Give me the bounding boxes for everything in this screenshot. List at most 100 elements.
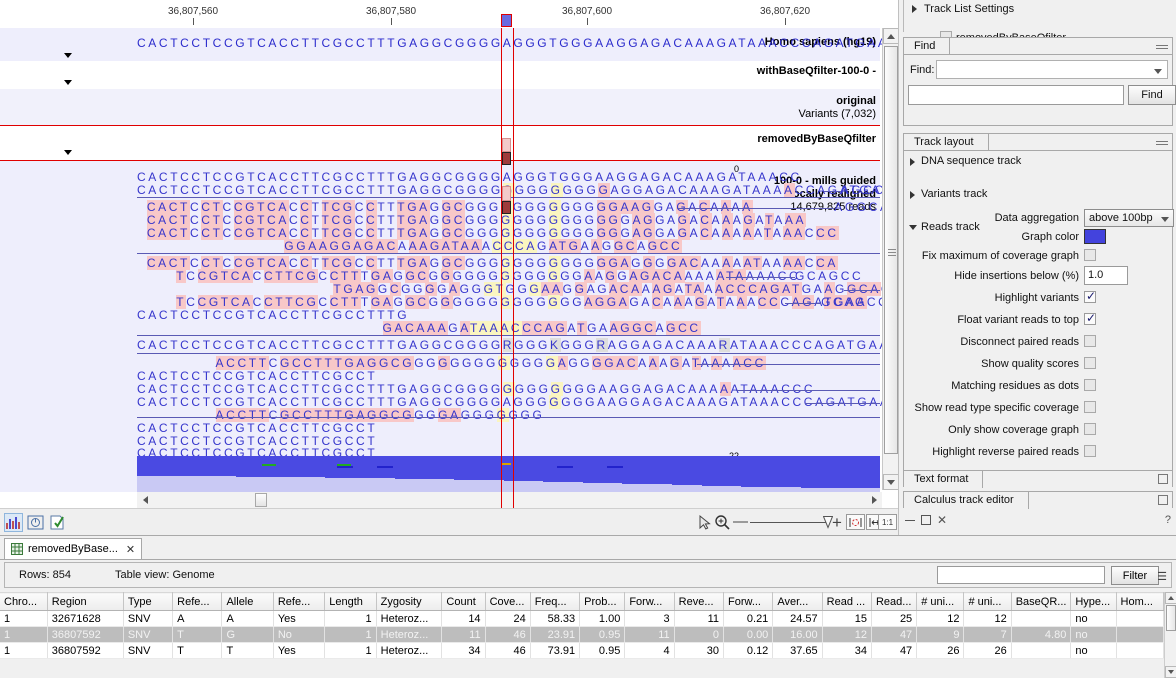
chevron-right-icon[interactable] (912, 5, 917, 13)
table-cell[interactable]: 1.00 (579, 610, 626, 627)
track-layout-section-header[interactable]: Track layout (903, 133, 1173, 151)
collapse-handle[interactable] (1156, 48, 1168, 49)
read-alignment[interactable]: GGAAGGAGACAAAGATAAACCCAGATGAAGGCAGCC (284, 239, 683, 253)
table-column-header[interactable]: Forw... (624, 592, 675, 611)
table-cell[interactable]: 36807592 (47, 642, 124, 659)
fix-maximum-checkbox[interactable] (1084, 249, 1096, 261)
find-section-header[interactable]: Find (903, 37, 1173, 55)
hide-insertions-input[interactable]: 1.0 (1084, 266, 1128, 285)
fit-selection-icon[interactable] (846, 514, 865, 530)
table-cell[interactable]: T (221, 642, 274, 659)
table-cell[interactable]: A (172, 610, 223, 627)
table-cell[interactable]: 0 (674, 626, 724, 643)
track-view-horizontal-scrollbar[interactable] (137, 492, 882, 508)
table-column-header[interactable]: Allele (221, 592, 274, 611)
track-withbaseqfilter[interactable]: withBaseQfilter-100-0 - (0, 61, 880, 89)
table-column-header[interactable]: # uni... (916, 592, 965, 611)
table-cell[interactable]: 1 (324, 610, 377, 627)
disconnect-paired-reads-checkbox[interactable] (1084, 335, 1096, 347)
table-row[interactable]: 1 32671628 SNV A A Yes 1 Heteroz... 14 24 58.33 1.0… (0, 610, 1165, 627)
table-cell[interactable]: Heteroz... (376, 610, 443, 627)
scroll-up-button[interactable] (1165, 592, 1176, 604)
restore-icon[interactable] (921, 515, 931, 525)
table-cell[interactable]: 32671628 (47, 610, 124, 627)
zoom-icon[interactable] (713, 513, 732, 532)
find-button[interactable]: Find (1128, 85, 1176, 105)
zoom-in-button[interactable]: + (832, 513, 842, 533)
track-removedbybaseqfilter[interactable]: removedByBaseQfilter (0, 126, 880, 165)
chevron-down-icon[interactable] (64, 150, 72, 155)
table-column-header[interactable]: Cove... (485, 592, 531, 611)
pointer-icon[interactable] (695, 513, 714, 532)
scroll-up-button[interactable] (883, 28, 898, 44)
table-cell[interactable]: 58.33 (530, 610, 581, 627)
variant-marker[interactable] (502, 201, 511, 214)
table-cell[interactable] (1116, 626, 1165, 643)
zoom-out-button[interactable]: — (733, 513, 748, 530)
track-reads[interactable]: 0 100-0 - mills guided locally realigned… (0, 161, 898, 496)
table-cell[interactable]: 15 (822, 610, 872, 627)
table-cell[interactable]: 12 (822, 626, 872, 643)
calculus-track-editor-header[interactable]: Calculus track editor (903, 491, 1173, 509)
table-cell[interactable]: 47 (871, 626, 918, 643)
table-vertical-scrollbar[interactable] (1164, 592, 1176, 678)
tab-removedbybaseqfilter[interactable]: removedByBase... ✕ (4, 538, 143, 559)
chevron-right-icon[interactable] (910, 191, 915, 199)
track-list-settings-row[interactable]: Track List Settings (904, 1, 1173, 16)
coverage-graph[interactable] (137, 456, 880, 496)
text-format-tab-label[interactable]: Text format (904, 471, 984, 488)
table-cell[interactable]: 47 (871, 642, 918, 659)
table-column-header[interactable]: Freq... (530, 592, 581, 611)
variant-table[interactable]: Chro... Region Type Refe... Allele Refe... Len… (0, 592, 1176, 678)
table-column-header[interactable]: Length (324, 592, 377, 611)
table-cell[interactable]: No (273, 626, 326, 643)
table-column-header[interactable]: Refe... (273, 592, 326, 611)
table-body[interactable]: 1 32671628 SNV A A Yes 1 Heteroz... 14 24 58.33 1.0… (0, 610, 1165, 659)
table-cell[interactable] (1116, 610, 1165, 627)
scroll-down-button[interactable] (883, 474, 898, 490)
chevron-right-icon[interactable] (910, 158, 915, 166)
variant-marker[interactable] (502, 138, 511, 152)
table-cell[interactable]: T (172, 642, 223, 659)
variant-marker[interactable] (502, 186, 511, 201)
close-icon[interactable]: ✕ (126, 543, 135, 556)
chevron-down-icon[interactable] (64, 53, 72, 58)
table-cell[interactable]: 1 (0, 610, 48, 627)
table-cell[interactable]: T (172, 626, 223, 643)
table-cell[interactable]: 16.00 (772, 626, 823, 643)
text-format-section-header[interactable]: Text format (903, 470, 1173, 488)
table-cell[interactable]: 0.95 (579, 626, 626, 643)
table-row[interactable]: 1 36807592 SNV T G No 1 Heteroz... 11 46 23.91 0.95… (0, 626, 1165, 643)
table-column-header[interactable]: Reve... (674, 592, 724, 611)
graph-color-swatch[interactable] (1084, 229, 1106, 244)
filter-options-icon[interactable]: ☰ (1157, 570, 1167, 583)
close-icon[interactable]: ✕ (937, 514, 947, 526)
float-variant-reads-checkbox[interactable] (1084, 311, 1096, 325)
read-alignment-tail[interactable]: AGCC (841, 184, 886, 197)
read-type-coverage-checkbox[interactable] (1084, 401, 1096, 413)
table-cell[interactable]: G (221, 626, 274, 643)
track-dna-sequence[interactable]: Homo sapiens (hg19) CACTCCTCCGTCACCTTCGC… (0, 28, 898, 61)
layout-item-variants-track[interactable]: Variants track (904, 187, 1172, 202)
table-cell[interactable]: 34 (822, 642, 872, 659)
one-to-one-button[interactable]: 1:1 (878, 514, 897, 530)
table-cell[interactable]: 73.91 (530, 642, 581, 659)
table-column-header[interactable]: Refe... (172, 592, 223, 611)
table-cell[interactable]: 25 (871, 610, 918, 627)
table-cell[interactable]: 26 (963, 642, 1012, 659)
table-cell[interactable]: 3 (624, 610, 675, 627)
table-cell[interactable]: 24 (485, 610, 531, 627)
table-cell[interactable]: 1 (0, 626, 48, 643)
table-cell[interactable]: 9 (916, 626, 965, 643)
find-input[interactable] (908, 85, 1124, 105)
table-cell[interactable]: 1 (324, 626, 377, 643)
table-column-header[interactable]: Type (123, 592, 174, 611)
show-quality-scores-checkbox[interactable] (1084, 357, 1096, 369)
table-column-header[interactable]: Read... (871, 592, 918, 611)
restore-icon[interactable] (1158, 474, 1168, 484)
table-column-header[interactable]: Read ... (822, 592, 872, 611)
read-alignment[interactable]: CACTCCTCCGTCACCTTCGCCTTTGAGGCGGGGGGGGGGG… (137, 183, 898, 197)
table-cell[interactable]: 46 (485, 642, 531, 659)
table-column-header[interactable]: Hom... (1116, 592, 1165, 611)
find-tab-label[interactable]: Find (904, 38, 951, 55)
